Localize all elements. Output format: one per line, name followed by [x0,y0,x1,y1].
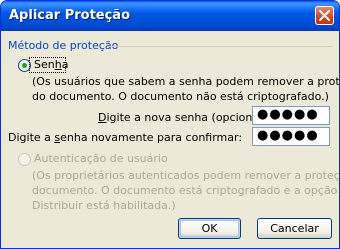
password-desc-line1: (Os usuários que sabem a senha podem rem… [32,75,340,88]
group-divider [107,46,333,47]
user-auth-radio[interactable] [18,153,31,166]
confirm-password-input[interactable]: ●●●●● [252,127,330,146]
cancel-button[interactable]: Cancelar [257,218,332,239]
user-auth-desc-line2: documento. O documento está criptografad… [32,184,340,197]
close-icon [319,10,330,21]
user-auth-desc-line1: (Os proprietários autenticados podem rem… [32,169,340,182]
new-password-label: Digite a nova senha (opcional): [98,111,271,124]
new-password-input[interactable]: ●●●●● [252,106,330,125]
dialog-title: Aplicar Proteção [9,8,131,23]
password-option-label[interactable]: Senha [34,58,68,71]
title-bar[interactable]: Aplicar Proteção [1,1,339,31]
close-button[interactable] [315,6,334,25]
user-auth-desc-line3: Distribuir está habilitada.) [32,199,176,212]
protection-method-group-label: Método de proteção [8,39,119,52]
radio-selected-dot [22,63,27,68]
protection-dialog: Aplicar Proteção Método de proteção Senh… [0,0,340,249]
ok-button[interactable]: OK [178,218,241,239]
password-desc-line2: do documento. O documento não está cript… [32,90,329,103]
confirm-password-label: Digite a senha novamente para confirmar: [8,131,243,144]
user-auth-option-label[interactable]: Autenticação de usuário [34,152,168,165]
